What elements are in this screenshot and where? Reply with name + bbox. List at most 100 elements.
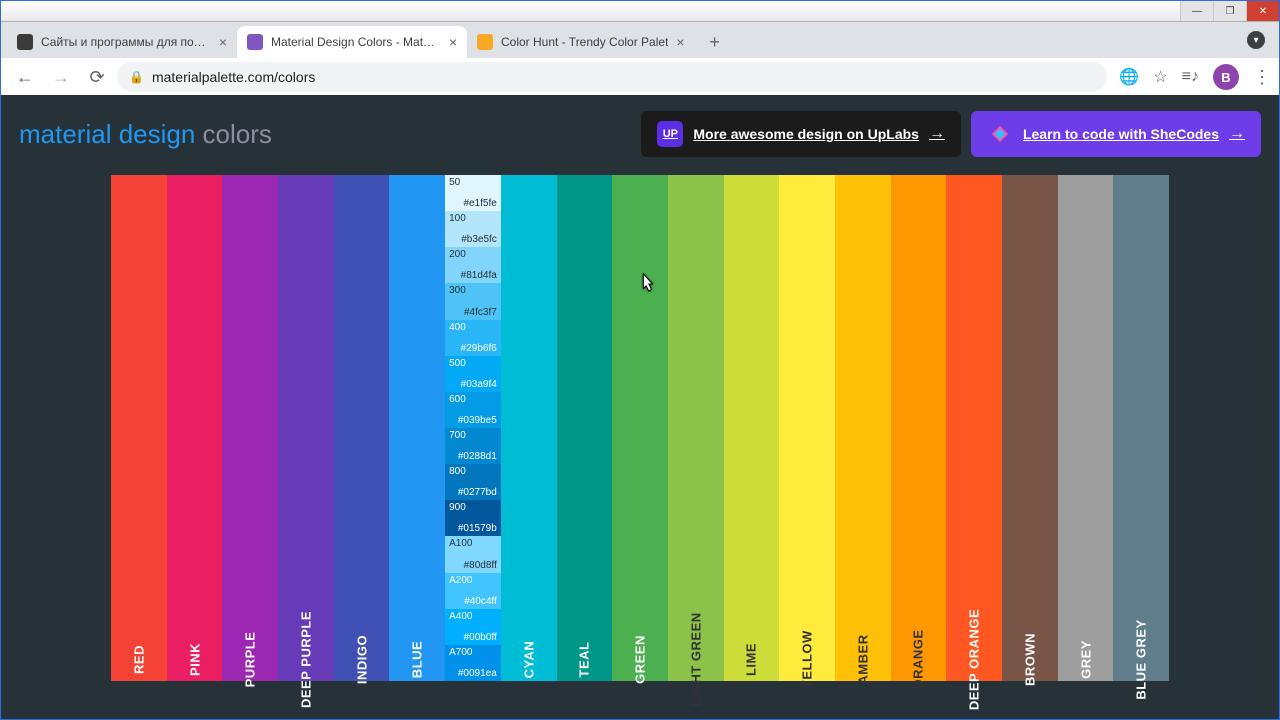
shade-swatch[interactable]: 200 #81d4fa [445,247,501,283]
shade-hex: #0288d1 [458,451,497,462]
color-column-label: BLUE GREY [1134,619,1149,699]
shade-swatch[interactable]: A200 #40c4ff [445,573,501,609]
shade-swatch[interactable]: A400 #00b0ff [445,609,501,645]
color-column-label: LIGHT GREEN [688,612,703,706]
color-column-purple[interactable]: PURPLE [222,175,278,681]
color-column-label: BLUE [410,641,425,678]
shade-name: A200 [449,575,472,586]
browser-tab[interactable]: Material Design Colors - Materia × [237,26,467,58]
shade-swatch[interactable]: A100 #80d8ff [445,536,501,572]
shade-name: 200 [449,249,466,260]
lock-icon: 🔒 [129,70,144,84]
tab-close-button[interactable]: × [676,34,684,50]
shade-swatch[interactable]: 100#b3e5fc [445,211,501,247]
tab-favicon-icon [247,34,263,50]
reload-button[interactable]: ⟳ [81,61,113,93]
brand-title[interactable]: material design colors [19,119,272,150]
shade-hex: #81d4fa [461,270,497,281]
color-column-label: PURPLE [243,632,258,688]
color-column-label: DEEP ORANGE [967,609,982,710]
shade-swatch[interactable]: 400#29b6f6 [445,320,501,356]
color-column-lime[interactable]: LIME [724,175,780,681]
shade-hex: #0277bd [458,487,497,498]
shade-name: 500 [449,358,466,369]
shade-swatch[interactable]: 800 #0277bd [445,464,501,500]
shade-swatch[interactable]: 700 #0288d1 [445,428,501,464]
new-tab-button[interactable]: + [701,28,729,56]
shade-swatch[interactable]: 300#4fc3f7 [445,283,501,319]
brand-part1: material design [19,119,195,149]
shade-hex: #80d8ff [464,560,497,571]
color-column-green[interactable]: GREEN [612,175,668,681]
color-column-pink[interactable]: PINK [167,175,223,681]
color-column-red[interactable]: RED [111,175,167,681]
back-button[interactable]: ← [9,61,41,93]
tab-close-button[interactable]: × [449,34,457,50]
color-column-orange[interactable]: ORANGE [891,175,947,681]
color-column-deep-orange[interactable]: DEEP ORANGE [946,175,1002,681]
url-text: materialpalette.com/colors [152,69,315,85]
shecodes-label: Learn to code with SheCodes [1023,126,1219,142]
color-column-label: INDIGO [354,635,369,684]
window-close-button[interactable]: ✕ [1246,1,1279,21]
page-content: material design colors UP More awesome d… [1,95,1279,719]
uplabs-label: More awesome design on UpLabs [693,126,919,142]
browser-tab-strip: Сайты и программы для подбо×Material Des… [1,22,1279,58]
shade-hex: #00b0ff [464,632,497,643]
profile-avatar[interactable]: B [1213,64,1239,90]
shecodes-logo-icon [987,121,1013,147]
shade-swatch[interactable]: 500 #03a9f4 [445,356,501,392]
shade-swatch[interactable]: 600 #039be5 [445,392,501,428]
shade-name: 700 [449,430,466,441]
shade-swatch[interactable]: A700#0091ea [445,645,501,681]
color-column-label: GREY [1078,640,1093,679]
shecodes-link[interactable]: Learn to code with SheCodes → [971,111,1261,157]
color-column-label: DEEP PURPLE [298,611,313,708]
shade-swatch[interactable]: 900#01579b [445,500,501,536]
shade-name: A400 [449,611,472,622]
color-column-yellow[interactable]: YELLOW [779,175,835,681]
chrome-menu-button[interactable]: ⋮ [1253,67,1271,88]
browser-tab[interactable]: Сайты и программы для подбо× [7,26,237,58]
color-column-light-blue[interactable]: 50#e1f5fe100#b3e5fc 200 #81d4fa 300#4fc3f74… [445,175,501,681]
color-column-deep-purple[interactable]: DEEP PURPLE [278,175,334,681]
shade-swatch[interactable]: 50#e1f5fe [445,175,501,211]
reading-list-icon[interactable]: ≡♪ [1182,68,1199,86]
window-minimize-button[interactable]: — [1180,1,1213,21]
color-column-amber[interactable]: AMBER [835,175,891,681]
shade-hex: #e1f5fe [463,198,496,209]
shade-name: 600 [449,394,466,405]
browser-tab[interactable]: Color Hunt - Trendy Color Palet× [467,26,695,58]
tab-search-icon[interactable]: ▾ [1247,31,1265,49]
forward-button[interactable]: → [45,61,77,93]
page-header: material design colors UP More awesome d… [1,95,1279,165]
uplabs-link[interactable]: UP More awesome design on UpLabs → [641,111,961,157]
color-column-brown[interactable]: BROWN [1002,175,1058,681]
shade-hex: #039be5 [458,415,497,426]
address-bar[interactable]: 🔒 materialpalette.com/colors [117,62,1107,92]
shade-name: 800 [449,466,466,477]
shade-hex: #40c4ff [464,596,497,607]
tab-favicon-icon [17,34,33,50]
color-column-indigo[interactable]: INDIGO [334,175,390,681]
color-column-blue-grey[interactable]: BLUE GREY [1113,175,1169,681]
tab-title: Material Design Colors - Materia [271,35,441,49]
shade-name: 100 [449,213,466,224]
tab-close-button[interactable]: × [219,34,227,50]
shade-hex: #29b6f6 [461,343,497,354]
shade-name: A100 [449,538,472,549]
window-maximize-button[interactable]: ❐ [1213,1,1246,21]
color-column-grey[interactable]: GREY [1058,175,1114,681]
bookmark-icon[interactable]: ☆ [1153,67,1167,87]
color-column-label: LIME [744,643,759,676]
color-column-label: YELLOW [800,630,815,689]
shade-hex: #03a9f4 [461,379,497,390]
color-column-teal[interactable]: TEAL [557,175,613,681]
color-column-label: CYAN [521,641,536,679]
color-column-blue[interactable]: BLUE [389,175,445,681]
translate-icon[interactable]: 🌐 [1119,67,1139,87]
color-column-cyan[interactable]: CYAN [501,175,557,681]
shade-hex: #01579b [458,523,497,534]
window-titlebar: — ❐ ✕ [1,1,1279,22]
color-column-light-green[interactable]: LIGHT GREEN [668,175,724,681]
